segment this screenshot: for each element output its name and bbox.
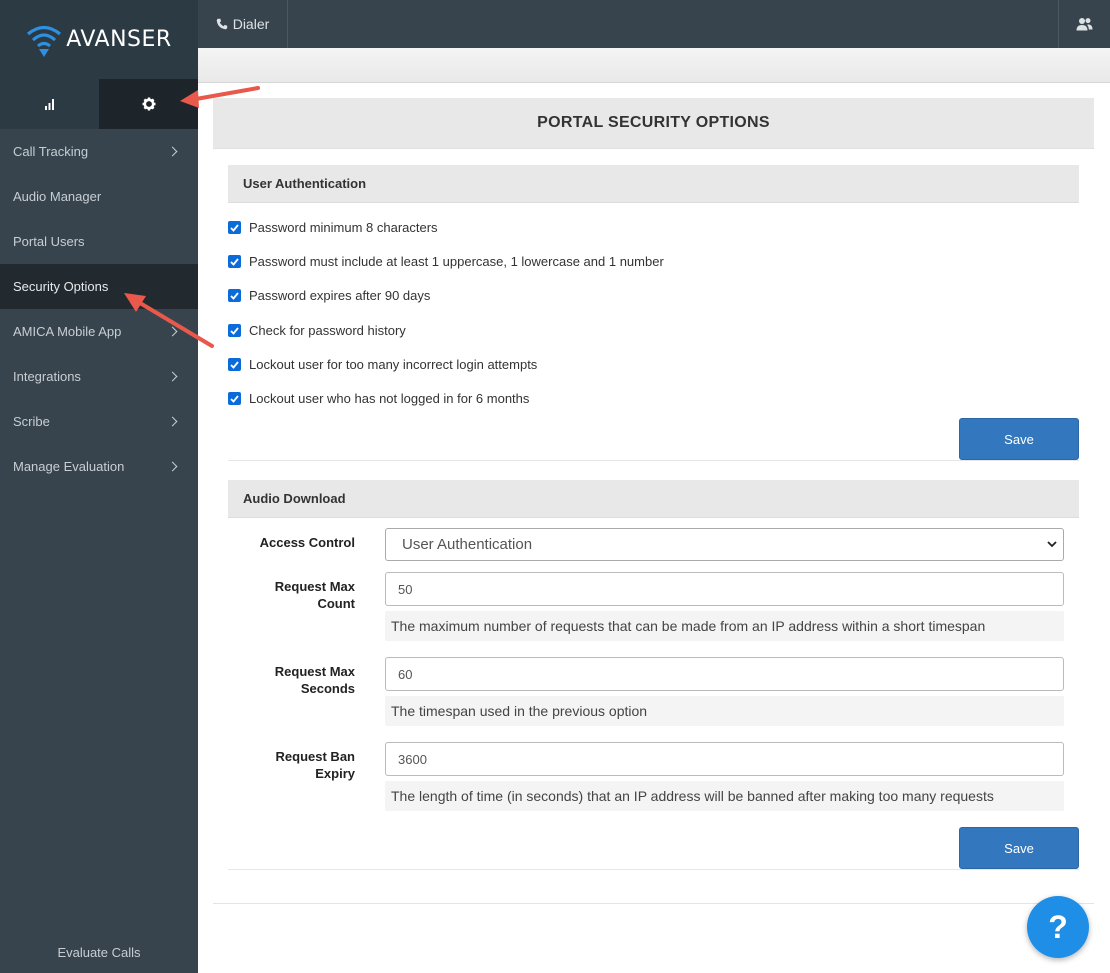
request-ban-expiry-help: The length of time (in seconds) that an … (385, 781, 1064, 811)
option-label: Check for password history (249, 323, 406, 338)
section-divider (228, 460, 1079, 461)
save-audio-download-button[interactable]: Save (959, 827, 1079, 869)
brand-logo-icon (27, 25, 62, 57)
section-divider (228, 869, 1079, 870)
sidebar-item-integrations[interactable]: Integrations (0, 354, 198, 399)
settings-tab[interactable] (99, 79, 198, 129)
request-max-count-help: The maximum number of requests that can … (385, 611, 1064, 641)
chevron-right-icon (167, 326, 178, 337)
request-max-seconds-input[interactable]: 60 (385, 657, 1064, 691)
logo[interactable]: AVANSER (0, 0, 198, 79)
user-menu-button[interactable] (1058, 0, 1110, 48)
checkbox-checked[interactable] (228, 289, 241, 302)
sidebar-item-label: Portal Users (13, 234, 85, 249)
dialer-button[interactable]: Dialer (198, 0, 288, 48)
request-ban-expiry-label: Request Ban Expiry (225, 748, 355, 782)
checkbox-checked[interactable] (228, 358, 241, 371)
option-label: Password expires after 90 days (249, 288, 431, 303)
label-line: Seconds (300, 681, 355, 696)
sidebar-footer-evaluate-calls[interactable]: Evaluate Calls (0, 945, 198, 960)
chevron-right-icon (167, 416, 178, 427)
save-user-auth-button[interactable]: Save (959, 418, 1079, 460)
sidebar-nav: Call Tracking Audio Manager Portal Users… (0, 129, 198, 489)
gear-icon (142, 97, 155, 111)
label-line: Expiry (315, 766, 355, 781)
sidebar: AVANSER Call Tracking Audio Manager Port… (0, 0, 198, 973)
option-password-history[interactable]: Check for password history (228, 323, 406, 338)
top-bar: Dialer (198, 0, 1110, 48)
sidebar-item-label: Call Tracking (13, 144, 89, 159)
request-max-count-label: Request Max Count (225, 578, 355, 612)
sidebar-item-label: Security Options (13, 279, 109, 294)
chevron-right-icon (167, 146, 178, 157)
bar-chart-icon (44, 99, 54, 110)
option-label: Lockout user for too many incorrect logi… (249, 357, 538, 372)
sidebar-item-amica-mobile-app[interactable]: AMICA Mobile App (0, 309, 198, 354)
checkbox-checked[interactable] (228, 324, 241, 337)
label-line: Request Max (274, 579, 355, 594)
checkbox-checked[interactable] (228, 221, 241, 234)
checkbox-checked[interactable] (228, 392, 241, 405)
brand-name: AVANSER (66, 27, 172, 52)
request-max-count-input[interactable]: 50 (385, 572, 1064, 606)
page-title: PORTAL SECURITY OPTIONS (213, 98, 1094, 149)
sidebar-item-manage-evaluation[interactable]: Manage Evaluation (0, 444, 198, 489)
user-authentication-heading: User Authentication (228, 165, 1079, 203)
option-label: Password minimum 8 characters (249, 220, 438, 235)
checkmark-icon (230, 291, 239, 300)
checkmark-icon (230, 360, 239, 369)
access-control-select[interactable]: User Authentication (385, 528, 1064, 561)
help-chat-button[interactable]: ? (1027, 896, 1089, 958)
option-password-min-length[interactable]: Password minimum 8 characters (228, 220, 438, 235)
chevron-down-icon (1047, 541, 1057, 548)
sidebar-item-label: Scribe (13, 414, 50, 429)
security-options-panel: PORTAL SECURITY OPTIONS User Authenticat… (213, 98, 1094, 904)
option-password-complexity[interactable]: Password must include at least 1 upperca… (228, 254, 664, 269)
users-icon (1076, 18, 1093, 31)
chevron-right-icon (167, 461, 178, 472)
checkmark-icon (230, 394, 239, 403)
sidebar-item-label: AMICA Mobile App (13, 324, 122, 339)
sidebar-item-label: Manage Evaluation (13, 459, 125, 474)
sidebar-item-label: Audio Manager (13, 189, 102, 204)
sidebar-item-call-tracking[interactable]: Call Tracking (0, 129, 198, 174)
dialer-label: Dialer (232, 16, 270, 32)
option-lockout-inactive-users[interactable]: Lockout user who has not logged in for 6… (228, 391, 529, 406)
access-control-selected-value: User Authentication (402, 536, 533, 553)
option-password-expiry[interactable]: Password expires after 90 days (228, 288, 430, 303)
phone-icon (216, 18, 227, 30)
sidebar-item-security-options[interactable]: Security Options (0, 264, 198, 309)
checkmark-icon (230, 257, 239, 266)
sidebar-item-audio-manager[interactable]: Audio Manager (0, 174, 198, 219)
question-icon: ? (1048, 908, 1068, 945)
checkmark-icon (230, 223, 239, 232)
sidebar-item-portal-users[interactable]: Portal Users (0, 219, 198, 264)
request-ban-expiry-input[interactable]: 3600 (385, 742, 1064, 776)
checkmark-icon (230, 326, 239, 335)
request-max-seconds-label: Request Max Seconds (225, 663, 355, 697)
option-lockout-incorrect-logins[interactable]: Lockout user for too many incorrect logi… (228, 357, 537, 372)
stats-tab[interactable] (0, 79, 99, 129)
option-label: Lockout user who has not logged in for 6… (249, 391, 530, 406)
checkbox-checked[interactable] (228, 255, 241, 268)
audio-download-heading: Audio Download (228, 480, 1079, 518)
chevron-right-icon (167, 371, 178, 382)
label-line: Request Ban (275, 749, 355, 764)
sub-header-bar (198, 48, 1110, 83)
request-max-seconds-help: The timespan used in the previous option (385, 696, 1064, 726)
sidebar-item-label: Integrations (13, 369, 81, 384)
option-label: Password must include at least 1 upperca… (249, 254, 664, 269)
label-line: Request Max (274, 664, 355, 679)
label-line: Count (317, 596, 355, 611)
sidebar-item-scribe[interactable]: Scribe (0, 399, 198, 444)
access-control-label: Access Control (259, 535, 355, 550)
